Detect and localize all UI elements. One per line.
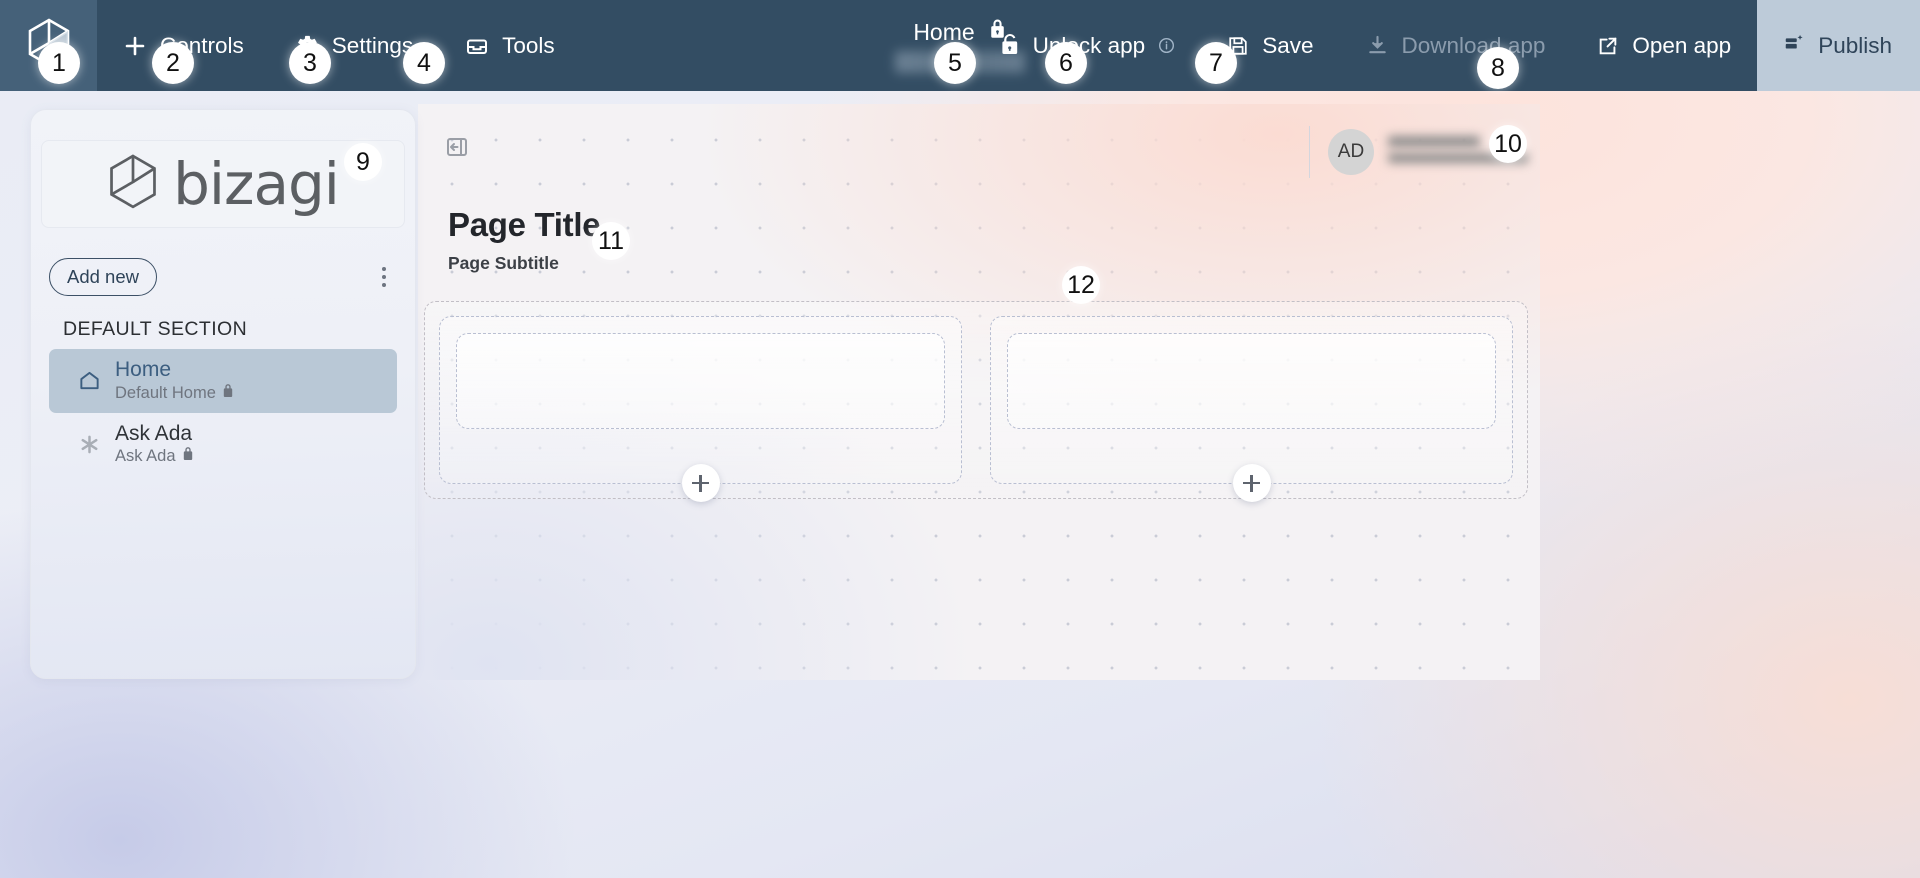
- download-app-button[interactable]: Download app: [1340, 0, 1572, 91]
- sidebar-item-home-sub: Default Home: [115, 383, 234, 404]
- add-new-button[interactable]: Add new: [49, 258, 157, 296]
- lock-closed-icon: [182, 446, 194, 467]
- brand-name: bizagi: [173, 150, 340, 218]
- sidebar-item-ask-ada-sub: Ask Ada: [115, 446, 194, 467]
- dropzone-column-right[interactable]: [990, 316, 1513, 502]
- callout-8: 8: [1477, 47, 1519, 89]
- unlock-app-button[interactable]: Unlock app: [974, 0, 1202, 91]
- callout-5: 5: [934, 42, 976, 84]
- dropzone-slot[interactable]: [456, 333, 945, 429]
- section-label: DEFAULT SECTION: [63, 318, 248, 340]
- callout-7: 7: [1195, 42, 1237, 84]
- page-subtitle[interactable]: Page Subtitle: [448, 253, 600, 274]
- more-vertical-icon[interactable]: [371, 262, 397, 292]
- home-icon: [77, 369, 101, 392]
- page-title[interactable]: Page Title: [448, 206, 601, 244]
- callout-10: 10: [1489, 125, 1527, 163]
- lock-closed-icon: [222, 383, 234, 404]
- callout-11: 11: [592, 222, 630, 260]
- callout-2: 2: [152, 42, 194, 84]
- dropzone-column-left[interactable]: [439, 316, 962, 502]
- callout-6: 6: [1045, 42, 1087, 84]
- open-app-button[interactable]: Open app: [1571, 0, 1757, 91]
- lock-open-icon: [1000, 34, 1020, 57]
- plus-icon: [123, 34, 147, 58]
- toolbar-item-settings-label: Settings: [331, 32, 414, 58]
- sidebar-toolbar: Add new: [49, 258, 397, 296]
- asterisk-icon: [77, 433, 101, 456]
- current-page-label: Home: [913, 18, 975, 45]
- dropzone-outer[interactable]: [424, 301, 1528, 502]
- callout-4: 4: [403, 42, 445, 84]
- left-sidebar: bizagi Add new DEFAULT SECTION Home Defa…: [30, 109, 416, 679]
- callout-9: 9: [344, 143, 382, 181]
- download-icon: [1366, 34, 1389, 57]
- collapse-sidebar-icon[interactable]: [444, 134, 470, 160]
- toolbar-item-tools[interactable]: Tools: [439, 0, 581, 91]
- info-circle-icon[interactable]: [1158, 37, 1175, 54]
- publish-label: Publish: [1818, 32, 1892, 58]
- toolbar-item-tools-label: Tools: [502, 32, 555, 58]
- download-app-label: Download app: [1401, 32, 1546, 58]
- sidebar-item-ask-ada[interactable]: Ask Ada Ask Ada: [49, 413, 397, 477]
- page-list: Home Default Home Ask Ada Ask Ada: [49, 349, 397, 477]
- callout-1: 1: [38, 42, 80, 84]
- external-link-icon: [1597, 35, 1619, 57]
- page-header: Page Title Page Subtitle: [448, 206, 601, 274]
- callout-3: 3: [289, 42, 331, 84]
- app-root: Controls Settings Tools Home Unlock app …: [0, 0, 1920, 878]
- toolbar-actions: Unlock app Save Download app Open app Pu…: [974, 0, 1920, 91]
- save-label: Save: [1262, 32, 1314, 58]
- sidebar-item-ask-ada-label: Ask Ada: [115, 421, 193, 445]
- publish-icon: [1783, 32, 1805, 60]
- avatar[interactable]: AD: [1328, 129, 1374, 175]
- toolbox-icon: [465, 34, 489, 58]
- page-canvas: AD Page Title Page Subtitle: [418, 104, 1540, 680]
- add-control-button-left[interactable]: [681, 464, 720, 502]
- publish-button[interactable]: Publish: [1757, 0, 1920, 91]
- sidebar-item-home[interactable]: Home Default Home: [49, 349, 397, 413]
- open-app-label: Open app: [1632, 32, 1732, 58]
- dropzone-slot[interactable]: [1007, 333, 1496, 429]
- add-control-button-right[interactable]: [1232, 464, 1271, 502]
- bizagi-cube-icon: [107, 153, 159, 216]
- callout-12: 12: [1062, 266, 1100, 304]
- sidebar-item-home-label: Home: [115, 358, 172, 381]
